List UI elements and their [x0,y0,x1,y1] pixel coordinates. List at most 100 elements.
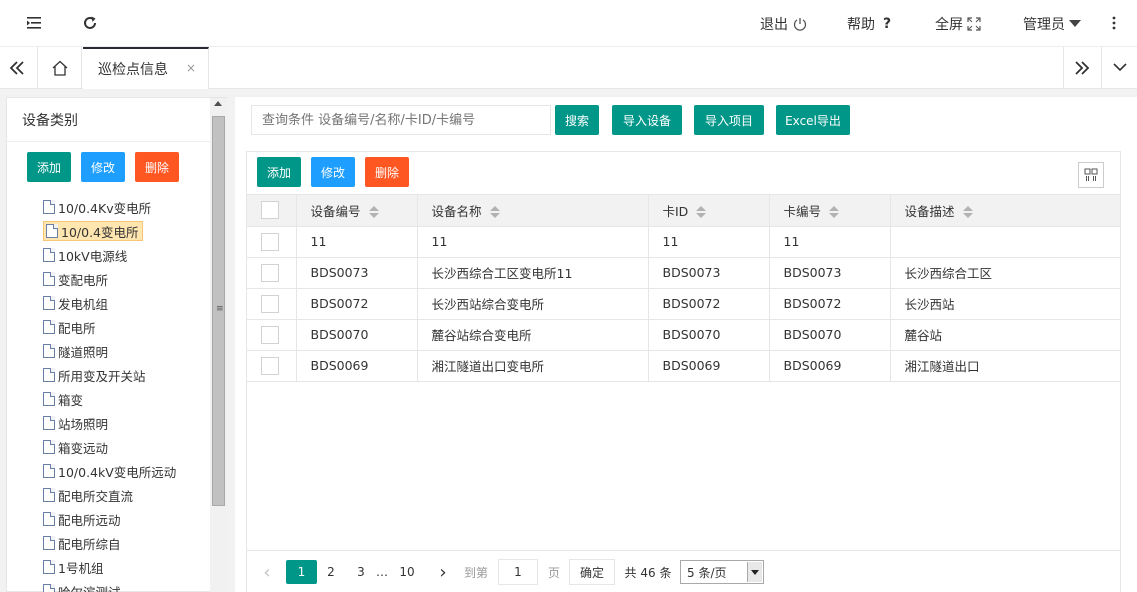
prev-page-icon[interactable]: ‹ [259,560,275,584]
column-header-label: 卡编号 [783,203,822,219]
table-row[interactable]: BDS0070 麓谷站综合变电所 BDS0070 BDS0070 麓谷站 [247,319,1120,351]
help-label: 帮助 [847,17,875,33]
table-cell: 长沙西站 [890,288,1120,320]
grid-edit-button[interactable]: 修改 [311,157,355,187]
power-icon [793,18,807,31]
document-icon [43,200,55,214]
scroll-up-arrow-icon[interactable] [214,101,222,106]
table-cell: 长沙西综合工区变电所11 [417,257,649,289]
import-item-button[interactable]: 导入项目 [694,105,764,135]
device-grid: 添加 修改 删除 设备编号 设备名称 卡ID 卡编号 设备描述 11 11 11 11 BDS0… [246,151,1121,592]
column-header-label: 设备编号 [310,203,361,219]
search-input[interactable] [251,105,551,135]
tabs-scroll-right-button[interactable] [1063,47,1100,88]
double-chevron-left-icon [9,60,24,75]
tabs-scroll-left-button[interactable] [0,47,34,88]
logout-button[interactable]: 退出 [760,14,808,34]
sort-icon[interactable] [962,206,973,219]
tree-item[interactable]: 10/0.4变电所 [43,221,143,241]
tree-item[interactable]: 配电所交直流 [43,485,133,505]
excel-export-button[interactable]: Excel导出 [776,105,850,135]
table-cell: 湘江隧道出口变电所 [417,350,649,382]
page-size-value: 5 条/页 [687,565,727,580]
sort-icon[interactable] [696,206,707,219]
row-checkbox[interactable] [261,232,279,251]
table-row[interactable]: BDS0072 长沙西站综合变电所 BDS0072 BDS0072 长沙西站 [247,288,1120,320]
tree-item[interactable]: 站场照明 [43,413,108,433]
tree-item[interactable]: 发电机组 [43,293,108,313]
table-cell: 11 [648,226,770,258]
page-size-select[interactable]: 5 条/页 [680,560,764,584]
main-panel: 搜索 导入设备 导入项目 Excel导出 添加 修改 删除 设备编号 设备名称 卡I… [235,97,1137,592]
import-device-button[interactable]: 导入设备 [612,105,682,135]
goto-page-input[interactable]: 1 [498,559,538,585]
grid-toolbar: 添加 修改 删除 [247,152,1120,195]
category-edit-button[interactable]: 修改 [81,152,125,182]
category-add-button[interactable]: 添加 [27,152,71,182]
tree-item[interactable]: 变配电所 [43,269,108,289]
document-icon [46,224,58,238]
fullscreen-button[interactable]: 全屏 [935,14,981,34]
search-button[interactable]: 搜索 [555,105,599,135]
table-cell: BDS0073 [648,257,770,289]
tree-item[interactable]: 箱变 [43,389,83,409]
row-checkbox[interactable] [261,356,279,375]
document-icon [43,368,55,382]
page-2-button[interactable]: 2 [325,560,337,584]
row-checkbox[interactable] [261,325,279,344]
tree-item[interactable]: 配电所综自 [43,533,121,553]
admin-menu[interactable]: 管理员 [1023,14,1081,34]
tree-item[interactable]: 10kV电源线 [43,245,127,265]
column-header[interactable]: 设备编号 [296,195,418,227]
table-row[interactable]: BDS0073 长沙西综合工区变电所11 BDS0073 BDS0073 长沙西综合工区 [247,257,1120,289]
menu-collapse-icon[interactable] [23,12,45,34]
tree-item-label: 10/0.4Kv变电所 [58,200,152,216]
next-page-icon[interactable]: › [435,560,451,584]
table-row[interactable]: 11 11 11 11 [247,226,1120,258]
tree-item[interactable]: 所用变及开关站 [43,365,146,385]
panel-title: 设备类别 [22,113,78,129]
tree-item-label: 箱变 [58,392,84,408]
row-checkbox[interactable] [261,263,279,282]
table-cell: BDS0073 [296,257,418,289]
refresh-icon[interactable] [79,12,101,34]
tree-item[interactable]: 10/0.4Kv变电所 [43,197,151,217]
column-header[interactable]: 设备名称 [417,195,649,227]
sort-icon[interactable] [829,206,840,219]
column-header[interactable]: 设备描述 [890,195,1120,227]
table-row[interactable]: BDS0069 湘江隧道出口变电所 BDS0069 BDS0069 湘江隧道出口 [247,350,1120,382]
grid-delete-button[interactable]: 删除 [365,157,409,187]
document-icon [43,320,55,334]
document-icon [43,344,55,358]
tree-item[interactable]: 配电所远动 [43,509,121,529]
row-select-cell [247,319,297,351]
column-header-label: 卡ID [662,203,689,219]
tree-item[interactable]: 10/0.4kV变电所远动 [43,461,176,481]
sort-icon[interactable] [368,206,379,219]
column-header[interactable]: 卡编号 [769,195,891,227]
page-10-button[interactable]: 10 [397,560,417,584]
sort-icon[interactable] [489,206,500,219]
help-button[interactable]: 帮助 ? [847,14,891,34]
device-category-panel: 设备类别 添加 修改 删除 10/0.4Kv变电所 10/0.4变电所 10kV电源… [6,97,227,592]
tree-item[interactable]: 箱变远动 [43,437,108,457]
scrollbar[interactable]: ≡ [210,98,227,592]
tab-inspection-points[interactable]: 巡检点信息 × [83,47,209,89]
tab-home[interactable] [37,47,82,88]
page-3-button[interactable]: 3 [355,560,367,584]
tree-item[interactable]: 1号机组 [43,557,103,577]
page-1-button[interactable]: 1 [286,560,317,584]
tree-item[interactable]: 配电所 [43,317,96,337]
column-header[interactable]: 卡ID [648,195,770,227]
select-all-checkbox[interactable] [261,201,279,220]
more-vertical-icon[interactable] [1103,12,1125,34]
goto-confirm-button[interactable]: 确定 [569,559,615,585]
category-delete-button[interactable]: 删除 [135,152,179,182]
tree-item[interactable]: 隧道照明 [43,341,108,361]
tabs-menu-button[interactable] [1101,47,1137,88]
column-filter-button[interactable] [1078,162,1104,188]
row-checkbox[interactable] [261,294,279,313]
grid-add-button[interactable]: 添加 [257,157,301,187]
tree-item[interactable]: 哈尔滨测试 [43,581,121,592]
tab-close-icon[interactable]: × [186,61,196,75]
